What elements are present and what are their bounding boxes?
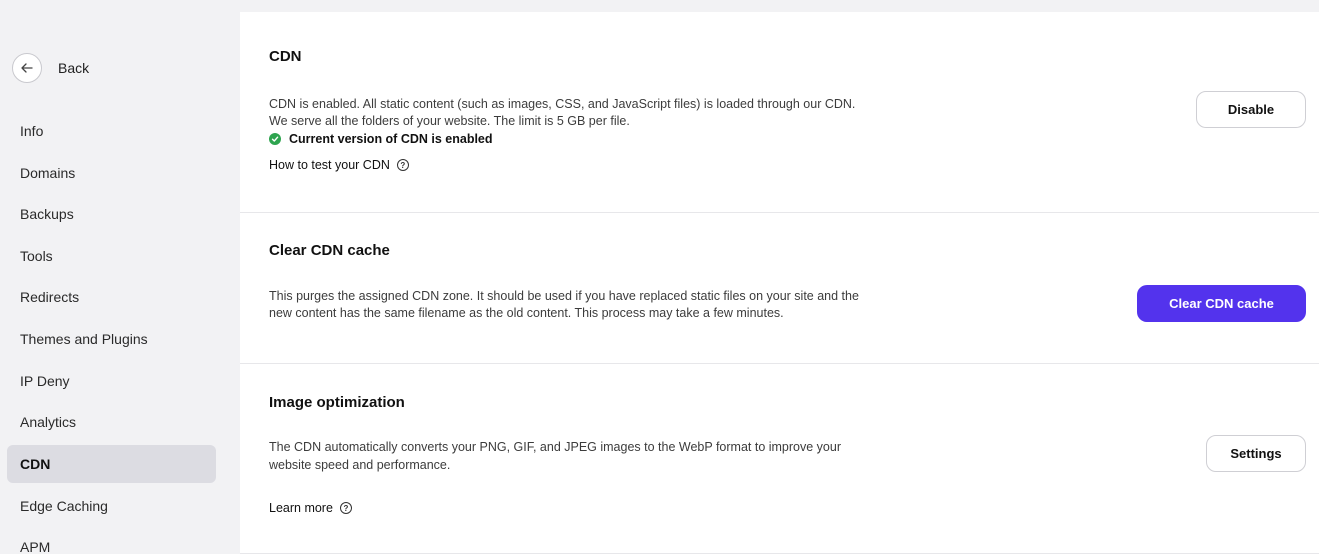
cdn-section: CDN CDN is enabled. All static content (…: [240, 12, 1319, 213]
image-optimization-description-line-2: website speed and performance.: [269, 458, 451, 472]
learn-more-label: Learn more: [269, 501, 333, 515]
back-label: Back: [58, 60, 90, 76]
help-icon: ?: [396, 159, 409, 171]
cdn-title: CDN: [269, 48, 302, 65]
how-to-test-cdn-label: How to test your CDN: [269, 158, 390, 172]
cdn-description-line-1: CDN is enabled. All static content (such…: [269, 97, 856, 111]
check-circle-icon: [269, 133, 281, 145]
sidebar-item-cdn[interactable]: CDN: [7, 445, 216, 483]
image-optimization-description-line-1: The CDN automatically converts your PNG,…: [269, 440, 841, 454]
cdn-description-line-2: We serve all the folders of your website…: [269, 114, 630, 128]
sidebar-item-tools[interactable]: Tools: [7, 237, 216, 275]
clear-cache-description-line-1: This purges the assigned CDN zone. It sh…: [269, 289, 859, 303]
clear-cache-description-line-2: new content has the same filename as the…: [269, 306, 784, 320]
help-icon: ?: [339, 502, 352, 514]
sidebar-item-info[interactable]: Info: [7, 112, 216, 150]
sidebar-item-edge-caching[interactable]: Edge Caching: [7, 487, 216, 525]
sidebar-item-backups[interactable]: Backups: [7, 195, 216, 233]
back-button[interactable]: Back: [12, 53, 89, 83]
image-optimization-title: Image optimization: [269, 394, 405, 411]
how-to-test-cdn-link[interactable]: How to test your CDN ?: [269, 158, 409, 172]
main-panel: CDN CDN is enabled. All static content (…: [240, 12, 1319, 554]
clear-cache-title: Clear CDN cache: [269, 242, 390, 259]
cdn-status: Current version of CDN is enabled: [269, 132, 493, 146]
settings-button[interactable]: Settings: [1206, 435, 1306, 472]
cdn-status-text: Current version of CDN is enabled: [289, 132, 493, 146]
arrow-left-icon: [12, 53, 42, 83]
clear-cdn-cache-button[interactable]: Clear CDN cache: [1137, 285, 1306, 322]
learn-more-link[interactable]: Learn more ?: [269, 501, 352, 515]
clear-cdn-cache-section: Clear CDN cache This purges the assigned…: [240, 213, 1319, 364]
sidebar-item-ip-deny[interactable]: IP Deny: [7, 362, 216, 400]
sidebar: Back Info Domains Backups Tools Redirect…: [0, 0, 238, 554]
sidebar-item-domains[interactable]: Domains: [7, 154, 216, 192]
sidebar-item-redirects[interactable]: Redirects: [7, 278, 216, 316]
image-optimization-section: Image optimization The CDN automatically…: [240, 364, 1319, 554]
sidebar-item-themes-and-plugins[interactable]: Themes and Plugins: [7, 320, 216, 358]
sidebar-item-apm[interactable]: APM: [7, 528, 216, 554]
disable-button[interactable]: Disable: [1196, 91, 1306, 128]
sidebar-item-analytics[interactable]: Analytics: [7, 403, 216, 441]
